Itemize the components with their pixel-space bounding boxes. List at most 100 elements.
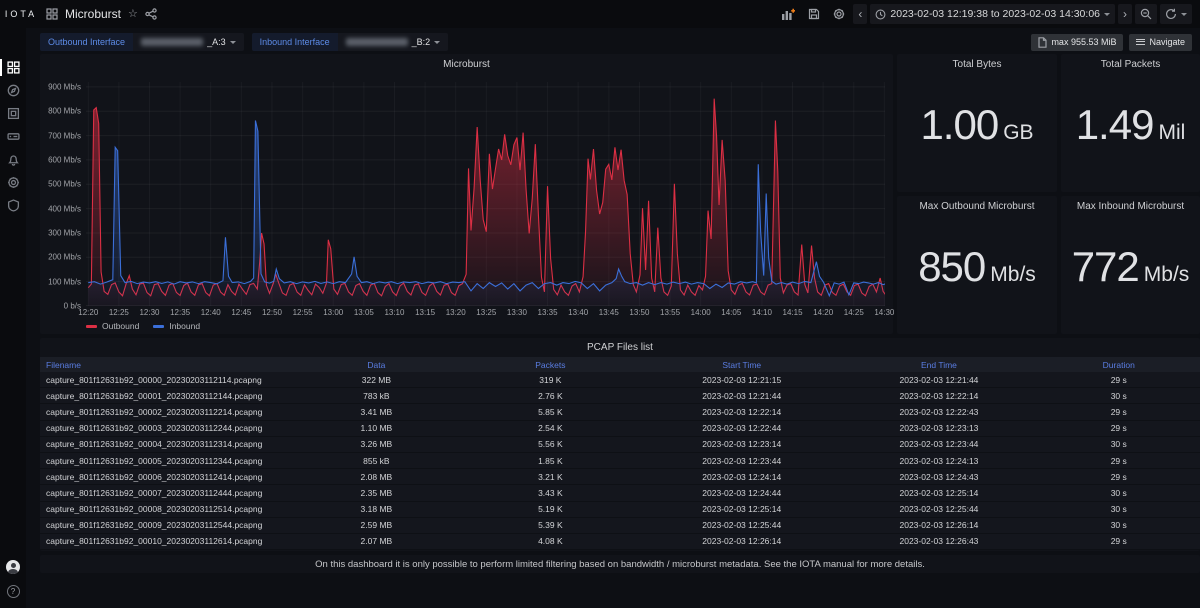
interface-suffix: _B:2 (412, 37, 431, 47)
x-axis-label: 14:10 (752, 308, 772, 317)
chart-legend: Outbound Inbound (86, 319, 893, 331)
chart-panel-title: Microburst (40, 54, 893, 70)
table-cell: 2023-02-03 12:25:44 (643, 520, 840, 530)
table-cell: capture_801f12631b92_00000_2023020311211… (40, 375, 295, 385)
table-cell: 2023-02-03 12:25:14 (840, 488, 1037, 498)
chevron-down-icon (1104, 13, 1110, 16)
table-cell: 29 s (1038, 472, 1200, 482)
y-axis-label: 400 Mb/s (48, 204, 81, 213)
time-range-forward-button[interactable]: › (1118, 4, 1132, 24)
table-cell: capture_801f12631b92_00008_2023020311251… (40, 504, 295, 514)
zoom-out-button[interactable] (1135, 4, 1157, 24)
add-panel-button[interactable] (776, 4, 800, 24)
timeseries-chart[interactable] (86, 82, 885, 306)
table-title: PCAP Files list (40, 338, 1200, 357)
stat-unit: Mb/s (1144, 263, 1190, 287)
inbound-interface-filter[interactable]: Inbound Interface _B:2 (252, 33, 449, 51)
table-row: capture_801f12631b92_00009_2023020311254… (40, 518, 1200, 534)
outbound-interface-filter[interactable]: Outbound Interface _A:3 (40, 33, 244, 51)
gear-icon (7, 176, 20, 189)
chevron-down-icon (230, 41, 236, 44)
table-header: FilenameDataPacketsStart TimeEnd TimeDur… (40, 357, 1200, 372)
navigate-button[interactable]: Navigate (1129, 34, 1192, 51)
user-avatar[interactable] (6, 560, 20, 574)
redacted-interface-name (141, 38, 203, 46)
chart-plot-area[interactable] (86, 82, 885, 306)
inbound-interface-value[interactable]: _B:2 (338, 33, 449, 51)
table-cell: 2023-02-03 12:22:14 (840, 391, 1037, 401)
stats-column-left: Total Bytes 1.00 GB Max Outbound Microbu… (897, 54, 1057, 334)
x-axis: 12:2012:2512:3012:3512:4012:4512:5012:55… (86, 308, 885, 319)
table-cell: 2023-02-03 12:24:44 (643, 488, 840, 498)
column-header-duration[interactable]: Duration (1038, 360, 1200, 370)
stat-value: 850 (918, 246, 985, 288)
sidebar-bottom: ? (6, 560, 20, 608)
sidebar-item-admin[interactable] (0, 194, 26, 217)
breadcrumb: Microburst ☆ (42, 7, 157, 21)
stats-column-right: Total Packets 1.49 Mil Max Inbound Micro… (1061, 54, 1200, 334)
dashboard-settings-button[interactable] (828, 4, 850, 24)
table-cell: 2.35 MB (295, 488, 457, 498)
legend-item-outbound[interactable]: Outbound (86, 321, 139, 331)
table-cell: 2023-02-03 12:22:43 (840, 407, 1037, 417)
sidebar-item-panels[interactable] (0, 102, 26, 125)
table-cell: 30 s (1038, 504, 1200, 514)
top-navbar: IOTA Microburst ☆ ‹ 2023-02-03 12:19:38 … (0, 0, 1200, 28)
document-icon (1038, 37, 1047, 48)
sidebar-item-alerting[interactable] (0, 148, 26, 171)
table-cell: 29 s (1038, 407, 1200, 417)
table-cell: capture_801f12631b92_00006_2023020311241… (40, 472, 295, 482)
table-cell: 2023-02-03 12:23:14 (643, 439, 840, 449)
table-cell: 1.85 K (458, 456, 644, 466)
table-cell: 2023-02-03 12:23:13 (840, 423, 1037, 433)
table-cell: 855 kB (295, 456, 457, 466)
save-dashboard-button[interactable] (803, 4, 825, 24)
time-range-picker[interactable]: 2023-02-03 12:19:38 to 2023-02-03 14:30:… (870, 4, 1115, 24)
star-icon[interactable]: ☆ (128, 9, 138, 20)
column-header-data[interactable]: Data (295, 360, 457, 370)
column-header-packets[interactable]: Packets (458, 360, 644, 370)
table-cell: 5.56 K (458, 439, 644, 449)
iota-logo: IOTA (0, 9, 42, 19)
help-icon[interactable]: ? (7, 585, 20, 598)
outbound-interface-value[interactable]: _A:3 (133, 33, 244, 51)
menu-icon (1136, 39, 1145, 45)
x-axis-label: 13:10 (384, 308, 404, 317)
x-axis-label: 14:30 (874, 308, 894, 317)
table-cell: 3.18 MB (295, 504, 457, 514)
time-range-text: 2023-02-03 12:19:38 to 2023-02-03 14:30:… (890, 8, 1100, 20)
legend-swatch (153, 325, 164, 328)
table-body: capture_801f12631b92_00000_2023020311211… (40, 372, 1200, 550)
table-row: capture_801f12631b92_00010_2023020311261… (40, 534, 1200, 550)
column-header-filename[interactable]: Filename (40, 360, 295, 370)
share-icon[interactable] (145, 8, 157, 20)
inbound-interface-label: Inbound Interface (252, 33, 338, 51)
table-cell: 2023-02-03 12:24:43 (840, 472, 1037, 482)
table-cell: capture_801f12631b92_00002_2023020311221… (40, 407, 295, 417)
max-size-label: max 955.53 MiB (1051, 37, 1116, 47)
table-cell: 2023-02-03 12:23:44 (840, 439, 1037, 449)
x-axis-label: 13:25 (476, 308, 496, 317)
legend-item-inbound[interactable]: Inbound (153, 321, 200, 331)
time-range-back-button[interactable]: ‹ (853, 4, 867, 24)
table-row: capture_801f12631b92_00003_2023020311224… (40, 421, 1200, 437)
sidebar-item-configuration[interactable] (0, 171, 26, 194)
table-cell: 2023-02-03 12:24:13 (840, 456, 1037, 466)
dashboard-grid-icon (46, 8, 58, 20)
column-header-start-time[interactable]: Start Time (643, 360, 840, 370)
stat-value: 1.49 (1076, 104, 1154, 146)
column-header-end-time[interactable]: End Time (840, 360, 1037, 370)
x-axis-label: 13:40 (568, 308, 588, 317)
table-cell: capture_801f12631b92_00001_2023020311214… (40, 391, 295, 401)
table-cell: 2023-02-03 12:23:44 (643, 456, 840, 466)
y-axis-label: 200 Mb/s (48, 253, 81, 262)
table-cell: 2023-02-03 12:24:14 (643, 472, 840, 482)
table-cell: 319 K (458, 375, 644, 385)
legend-swatch (86, 325, 97, 328)
sidebar-item-explore[interactable] (0, 79, 26, 102)
x-axis-label: 12:25 (109, 308, 129, 317)
sidebar-item-storage[interactable] (0, 125, 26, 148)
max-size-button[interactable]: max 955.53 MiB (1031, 34, 1123, 51)
refresh-button[interactable] (1160, 4, 1192, 24)
sidebar-item-dashboards[interactable] (0, 56, 26, 79)
